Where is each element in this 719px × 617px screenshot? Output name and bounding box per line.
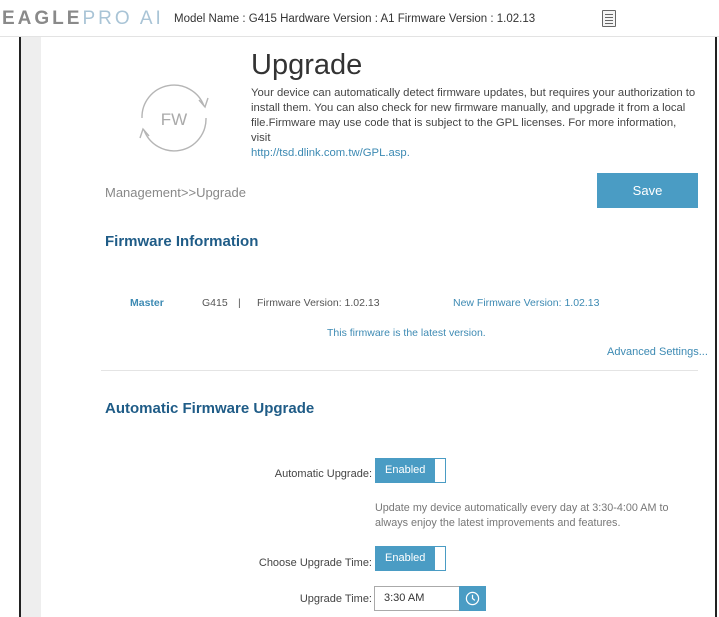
logo-sub: PRO AI: [82, 8, 164, 29]
model-info: Model Name : G415 Hardware Version : A1 …: [174, 13, 536, 25]
master-label: Master: [130, 297, 164, 309]
sidebar: [21, 37, 41, 617]
document-icon[interactable]: [602, 10, 616, 27]
automatic-upgrade-label: Automatic Upgrade:: [274, 468, 372, 480]
breadcrumb: Management>>Upgrade: [105, 185, 246, 200]
firmware-info-heading: Firmware Information: [105, 233, 259, 250]
fw-icon-label: FW: [161, 110, 187, 129]
choose-upgrade-time-toggle[interactable]: Enabled: [375, 546, 446, 571]
logo-brand: EAGLE: [2, 8, 83, 29]
gpl-link[interactable]: http://tsd.dlink.com.tw/GPL.asp.: [251, 146, 696, 161]
upgrade-time-input[interactable]: 3:30 AM: [374, 586, 461, 611]
description-text: Your device can automatically detect fir…: [251, 87, 696, 144]
upgrade-time-value: 3:30 AM: [384, 592, 425, 604]
upgrade-help-text: Update my device automatically every day…: [375, 502, 669, 529]
new-firmware-version: New Firmware Version: 1.02.13: [453, 297, 600, 309]
separator: |: [238, 297, 241, 309]
device-name: G415: [202, 297, 228, 309]
upgrade-time-label: Upgrade Time:: [299, 593, 372, 605]
firmware-status: This firmware is the latest version.: [327, 327, 486, 339]
advanced-settings-link[interactable]: Advanced Settings...: [607, 346, 708, 358]
auto-upgrade-heading: Automatic Firmware Upgrade: [105, 400, 315, 417]
section-divider: [101, 370, 698, 371]
firmware-refresh-icon: FW: [139, 84, 209, 152]
choose-upgrade-time-label: Choose Upgrade Time:: [258, 557, 372, 569]
toggle-knob: [434, 546, 446, 571]
page-description: Your device can automatically detect fir…: [251, 86, 696, 161]
current-firmware-version: Firmware Version: 1.02.13: [257, 297, 380, 309]
page-title: Upgrade: [251, 49, 363, 81]
automatic-upgrade-state: Enabled: [385, 464, 426, 476]
save-button[interactable]: Save: [597, 173, 698, 208]
brand-logo: EAGLEPRO AI: [2, 8, 164, 30]
toggle-knob: [434, 458, 446, 483]
automatic-upgrade-toggle[interactable]: Enabled: [375, 458, 446, 483]
clock-icon[interactable]: [459, 586, 486, 611]
choose-upgrade-time-state: Enabled: [385, 552, 426, 564]
window-border-right: [715, 0, 717, 617]
top-bar: EAGLEPRO AI Model Name : G415 Hardware V…: [0, 0, 719, 37]
